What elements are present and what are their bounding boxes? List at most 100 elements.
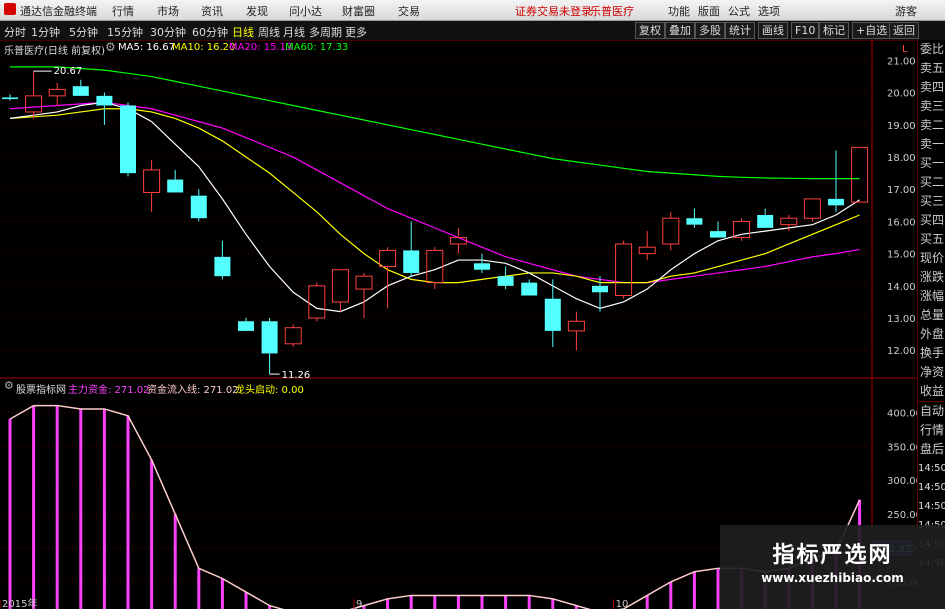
period-tab-weekly[interactable]: 周线: [258, 24, 280, 40]
side-panel-item: 买四: [919, 213, 944, 227]
app-logo-icon: [4, 3, 16, 15]
multi-stock-button[interactable]: 多股: [695, 22, 725, 39]
candle: [710, 221, 726, 238]
candle: [331, 269, 349, 312]
period-tab-daily[interactable]: 日线: [232, 24, 254, 40]
candle: [190, 189, 207, 222]
side-panel-item: 卖二: [919, 118, 944, 132]
menu-options[interactable]: 选项: [758, 3, 780, 19]
side-panel-item: 买五: [919, 232, 944, 246]
menu-layout[interactable]: 版面: [698, 3, 720, 19]
candle-body: [592, 285, 608, 293]
menu-market-quotes[interactable]: 行情: [112, 3, 134, 19]
low-price-label: 11.26: [282, 370, 311, 381]
candle-body: [261, 321, 278, 354]
candle-body: [96, 95, 113, 106]
candle-body: [828, 198, 844, 206]
side-panel-item: 14:50: [918, 463, 945, 474]
period-tab-multi[interactable]: 多周期: [309, 24, 342, 40]
period-tab-timeshare[interactable]: 分时: [4, 24, 26, 40]
side-panel-item: 换手: [919, 346, 944, 360]
date-tick-label: 10: [616, 599, 629, 609]
main-chart-frame: [0, 40, 917, 609]
side-panel-item: 外盘: [919, 327, 944, 341]
candle-body: [308, 285, 326, 319]
quote-side-panel: 委比 卖五 卖四 卖三 卖二 卖一 买一 买二 买三 买四 买五 现价 涨跌 涨幅 总量 外盘 换手 净资 收益 自动…: [917, 40, 945, 609]
corner-mark: L: [902, 44, 908, 55]
chart-area[interactable]: 20.67 11.26 12.00 13.00 14.00 15.00 16.00 17.0…: [0, 40, 917, 609]
candle: [355, 272, 373, 319]
period-tab-30min[interactable]: 30分钟: [150, 24, 186, 40]
candle: [379, 247, 397, 309]
candle: [449, 227, 467, 254]
side-panel-item: 涨幅: [919, 289, 944, 303]
candle: [662, 211, 680, 251]
back-button[interactable]: 返回: [889, 22, 919, 39]
draw-line-button[interactable]: 画线: [758, 22, 788, 39]
period-tab-more[interactable]: 更多: [345, 24, 367, 40]
mark-button[interactable]: 标记: [819, 22, 849, 39]
menu-discover[interactable]: 发现: [246, 3, 268, 19]
ma60-line: [10, 66, 860, 180]
candle-body: [25, 95, 43, 113]
overlay-button[interactable]: 叠加: [665, 22, 695, 39]
menu-market[interactable]: 市场: [157, 3, 179, 19]
candle-body: [143, 169, 161, 193]
candle: [238, 318, 254, 331]
price-tick-label: 15.00: [887, 250, 916, 261]
candle: [167, 169, 184, 193]
f10-button[interactable]: F10: [791, 22, 820, 39]
candle: [25, 71, 43, 119]
price-tick-label: 20.00: [887, 89, 916, 100]
candle-body: [662, 217, 680, 245]
menu-wealth[interactable]: 财富圈: [342, 3, 375, 19]
candle-body: [803, 198, 821, 219]
menu-news[interactable]: 资讯: [201, 3, 223, 19]
candle: [638, 231, 656, 261]
menu-function[interactable]: 功能: [668, 3, 690, 19]
guest-label[interactable]: 游客: [895, 3, 917, 19]
candle-body: [521, 282, 538, 296]
candle-body: [284, 327, 302, 345]
candle-body: [190, 195, 207, 219]
side-panel-item: 卖一: [919, 137, 944, 151]
add-watchlist-button[interactable]: +自选: [852, 22, 892, 39]
side-panel-item: 14:50: [918, 501, 945, 512]
side-panel-item: 卖五: [919, 61, 944, 75]
price-tick-label: 21.00: [887, 56, 916, 67]
current-stock-name: 乐普医疗: [590, 5, 634, 18]
period-tab-monthly[interactable]: 月线: [283, 24, 305, 40]
period-tab-60min[interactable]: 60分钟: [192, 24, 228, 40]
candle: [497, 266, 514, 290]
candle-body: [449, 237, 467, 245]
candle-body: [72, 86, 89, 96]
side-panel-item: 14:50: [918, 482, 945, 493]
period-tab-5min[interactable]: 5分钟: [69, 24, 98, 40]
statistics-button[interactable]: 统计: [725, 22, 755, 39]
period-tab-15min[interactable]: 15分钟: [107, 24, 143, 40]
indicator-tick-label: 300.00: [887, 476, 917, 487]
side-panel-item: 净资: [919, 365, 944, 379]
candle: [567, 311, 585, 351]
candle-body: [355, 275, 373, 290]
price-tick-label: 12.00: [887, 346, 916, 357]
period-tab-1min[interactable]: 1分钟: [31, 24, 60, 40]
date-tick-label: 2015年: [2, 597, 37, 609]
restore-rights-button[interactable]: 复权: [635, 22, 665, 39]
candle: [733, 218, 751, 241]
side-panel-item: 卖三: [919, 99, 944, 113]
side-panel-item: 收益: [919, 384, 944, 398]
menu-ask[interactable]: 问小达: [289, 3, 322, 19]
menu-formula[interactable]: 公式: [728, 3, 750, 19]
period-toolbar: 分时 1分钟 5分钟 15分钟 30分钟 60分钟 日线 周线 月线 多周期 更…: [0, 21, 945, 41]
candle-body: [379, 249, 397, 268]
top-menu-bar: 通达信金融终端 行情 市场 资讯 发现 问小达 财富圈 交易 证券交易未登录 乐…: [0, 0, 945, 21]
menu-trade[interactable]: 交易: [398, 3, 420, 19]
price-axis: 12.00 13.00 14.00 15.00 16.00 17.00 18.00 19.00…: [887, 44, 916, 357]
price-tick-label: 14.00: [887, 282, 916, 293]
indicator-tick-label: 250.00: [887, 510, 917, 521]
side-panel-item: 委比: [919, 42, 944, 56]
candle-body: [544, 298, 561, 331]
candle: [803, 198, 821, 222]
login-notice[interactable]: 证券交易未登录: [515, 3, 592, 19]
